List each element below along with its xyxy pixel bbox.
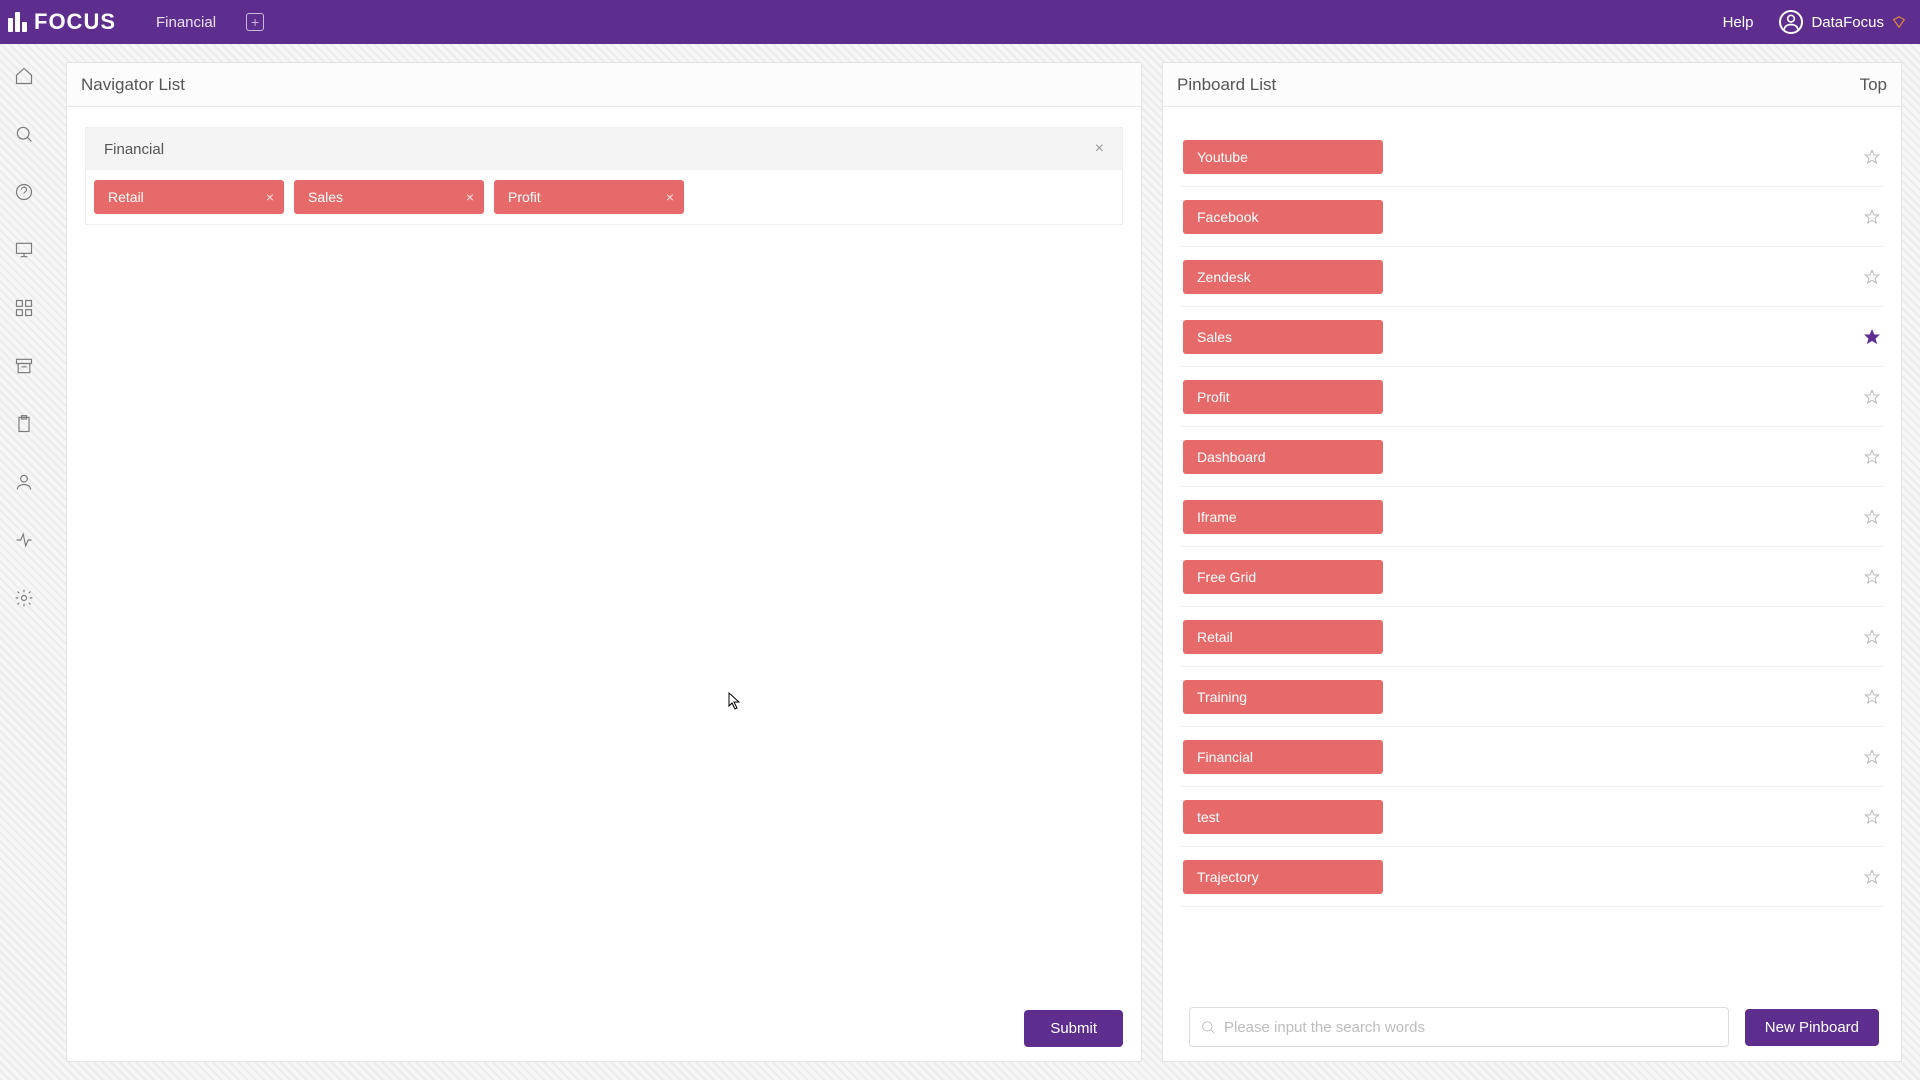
pinboard-item[interactable]: Profit xyxy=(1183,380,1383,414)
star-icon[interactable] xyxy=(1863,808,1881,826)
navigator-panel-header: Navigator List xyxy=(67,63,1141,107)
navigator-tag[interactable]: Profit × xyxy=(494,180,684,214)
navigator-tags-row: Retail × Sales × Profit × xyxy=(86,170,1122,224)
star-icon[interactable] xyxy=(1863,508,1881,526)
user-avatar-icon xyxy=(1779,10,1803,34)
user-menu[interactable]: DataFocus xyxy=(1779,10,1906,34)
navigator-title: Navigator List xyxy=(81,75,185,95)
navigator-section: Financial × Retail × Sales × Profit × xyxy=(85,127,1123,225)
diamond-icon xyxy=(1892,15,1906,29)
user-icon[interactable] xyxy=(14,472,34,492)
star-icon[interactable] xyxy=(1863,748,1881,766)
pinboard-rows: Youtube Facebook Zendesk Sales Profit Dashboa… xyxy=(1181,127,1883,989)
presentation-icon[interactable] xyxy=(14,240,34,260)
pinboard-top-label: Top xyxy=(1860,75,1887,95)
pinboard-item[interactable]: Trajectory xyxy=(1183,860,1383,894)
grid-icon[interactable] xyxy=(14,298,34,318)
pinboard-row: Financial xyxy=(1181,727,1883,787)
star-icon[interactable] xyxy=(1863,328,1881,346)
pinboard-item[interactable]: Training xyxy=(1183,680,1383,714)
navigator-tag[interactable]: Sales × xyxy=(294,180,484,214)
star-icon[interactable] xyxy=(1863,268,1881,286)
app-logo[interactable]: FOCUS xyxy=(8,9,116,35)
pinboard-item[interactable]: Retail xyxy=(1183,620,1383,654)
remove-tag-icon[interactable]: × xyxy=(266,189,274,205)
search-icon[interactable] xyxy=(14,124,34,144)
pinboard-item[interactable]: Dashboard xyxy=(1183,440,1383,474)
pinboard-panel-header: Pinboard List Top xyxy=(1163,63,1901,107)
pinboard-row: Free Grid xyxy=(1181,547,1883,607)
pinboard-item[interactable]: Youtube xyxy=(1183,140,1383,174)
pinboard-row: Profit xyxy=(1181,367,1883,427)
pinboard-item[interactable]: Facebook xyxy=(1183,200,1383,234)
activity-icon[interactable] xyxy=(14,530,34,550)
pinboard-row: Sales xyxy=(1181,307,1883,367)
remove-tag-icon[interactable]: × xyxy=(666,189,674,205)
star-icon[interactable] xyxy=(1863,688,1881,706)
star-icon[interactable] xyxy=(1863,148,1881,166)
pinboard-panel: Pinboard List Top Youtube Facebook Zendesk… xyxy=(1162,62,1902,1062)
tag-label: Profit xyxy=(508,189,541,205)
tab-financial[interactable]: Financial xyxy=(156,14,216,31)
remove-tag-icon[interactable]: × xyxy=(466,189,474,205)
pinboard-row: Zendesk xyxy=(1181,247,1883,307)
star-icon[interactable] xyxy=(1863,448,1881,466)
left-sidebar xyxy=(0,44,48,1080)
clipboard-icon[interactable] xyxy=(14,414,34,434)
pinboard-row: Youtube xyxy=(1181,127,1883,187)
star-icon[interactable] xyxy=(1863,568,1881,586)
pinboard-title: Pinboard List xyxy=(1177,75,1276,95)
pinboard-item[interactable]: test xyxy=(1183,800,1383,834)
star-icon[interactable] xyxy=(1863,208,1881,226)
user-name-label: DataFocus xyxy=(1811,14,1884,31)
star-icon[interactable] xyxy=(1863,628,1881,646)
search-icon xyxy=(1200,1019,1216,1035)
close-icon[interactable]: × xyxy=(1095,140,1104,158)
navigator-panel: Navigator List Financial × Retail × Sales ×… xyxy=(66,62,1142,1062)
star-icon[interactable] xyxy=(1863,868,1881,886)
pinboard-search[interactable] xyxy=(1189,1007,1729,1047)
pinboard-row: Iframe xyxy=(1181,487,1883,547)
top-header: FOCUS Financial + Help DataFocus xyxy=(0,0,1920,44)
pinboard-row: Retail xyxy=(1181,607,1883,667)
logo-text: FOCUS xyxy=(34,9,116,35)
add-tab-button[interactable]: + xyxy=(246,13,264,31)
pinboard-item[interactable]: Sales xyxy=(1183,320,1383,354)
pinboard-row: Trajectory xyxy=(1181,847,1883,907)
pinboard-item[interactable]: Free Grid xyxy=(1183,560,1383,594)
help-link[interactable]: Help xyxy=(1723,14,1754,31)
pinboard-row: Training xyxy=(1181,667,1883,727)
gear-icon[interactable] xyxy=(14,588,34,608)
pinboard-row: Dashboard xyxy=(1181,427,1883,487)
pinboard-item[interactable]: Financial xyxy=(1183,740,1383,774)
new-pinboard-button[interactable]: New Pinboard xyxy=(1745,1009,1879,1046)
pinboard-item[interactable]: Zendesk xyxy=(1183,260,1383,294)
pinboard-item[interactable]: Iframe xyxy=(1183,500,1383,534)
navigator-tag[interactable]: Retail × xyxy=(94,180,284,214)
tag-label: Sales xyxy=(308,189,343,205)
navigator-section-label: Financial xyxy=(104,141,164,158)
logo-bars-icon xyxy=(8,12,28,32)
star-icon[interactable] xyxy=(1863,388,1881,406)
archive-icon[interactable] xyxy=(14,356,34,376)
pinboard-row: test xyxy=(1181,787,1883,847)
tag-label: Retail xyxy=(108,189,144,205)
pinboard-search-input[interactable] xyxy=(1224,1019,1718,1036)
help-circle-icon[interactable] xyxy=(14,182,34,202)
submit-button[interactable]: Submit xyxy=(1024,1010,1123,1047)
home-icon[interactable] xyxy=(14,66,34,86)
pinboard-row: Facebook xyxy=(1181,187,1883,247)
